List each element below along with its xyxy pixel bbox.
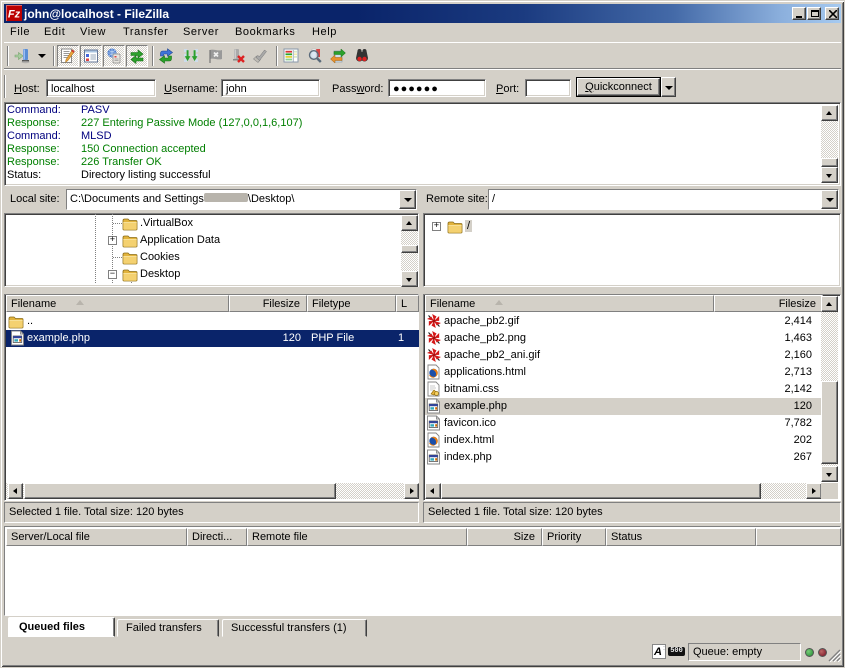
svg-text:Fz: Fz <box>8 9 21 21</box>
